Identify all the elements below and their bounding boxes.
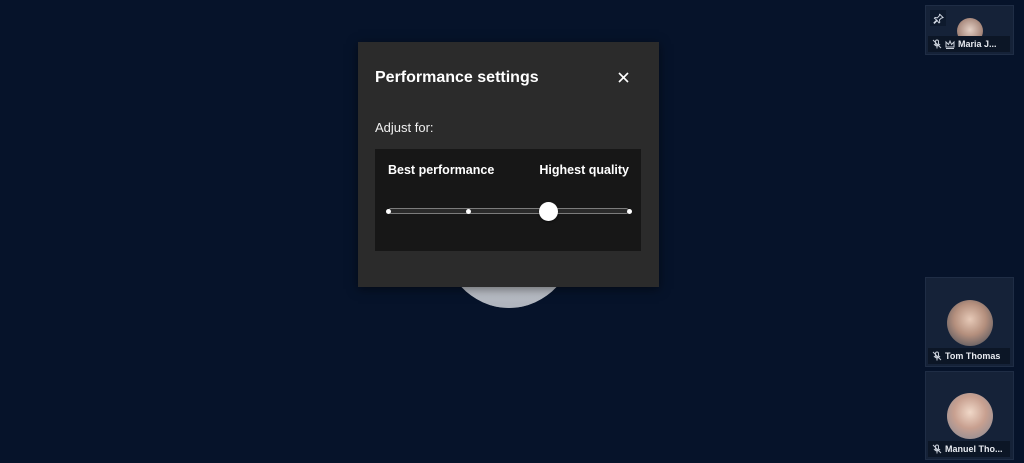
mic-muted-icon [932, 444, 942, 454]
best-performance-label: Best performance [388, 163, 495, 177]
highest-quality-label: Highest quality [539, 163, 629, 177]
slider-stop[interactable] [385, 208, 391, 214]
avatar [947, 300, 993, 346]
performance-settings-dialog: Performance settings Adjust for: Best pe… [358, 42, 659, 287]
participant-name: Tom Thomas [945, 351, 1001, 361]
mic-muted-icon [932, 351, 942, 361]
participant-tile-maria[interactable]: Maria J... [925, 5, 1014, 55]
participant-name-bar: Maria J... [928, 36, 1010, 52]
participant-name-bar: Manuel Tho... [928, 441, 1010, 457]
pin-button[interactable] [930, 10, 946, 26]
performance-slider-panel: Best performance Highest quality [375, 149, 641, 251]
avatar [947, 393, 993, 439]
close-button[interactable] [613, 67, 633, 87]
mic-muted-icon [932, 39, 942, 49]
participant-name: Maria J... [958, 39, 997, 49]
slider-stop[interactable] [626, 208, 632, 214]
participant-tile-manuel[interactable]: Manuel Tho... [925, 371, 1014, 460]
participant-name-bar: Tom Thomas [928, 348, 1010, 364]
crown-icon [945, 39, 955, 49]
slider-stop[interactable] [465, 208, 471, 214]
close-icon [617, 71, 629, 83]
slider-track[interactable] [388, 208, 629, 214]
adjust-for-label: Adjust for: [375, 120, 434, 135]
participant-name: Manuel Tho... [945, 444, 1003, 454]
pin-icon [932, 13, 944, 24]
slider-thumb[interactable] [539, 202, 559, 221]
dialog-title: Performance settings [375, 69, 539, 86]
performance-quality-slider[interactable] [385, 202, 632, 221]
participant-tile-tom[interactable]: Tom Thomas [925, 277, 1014, 367]
